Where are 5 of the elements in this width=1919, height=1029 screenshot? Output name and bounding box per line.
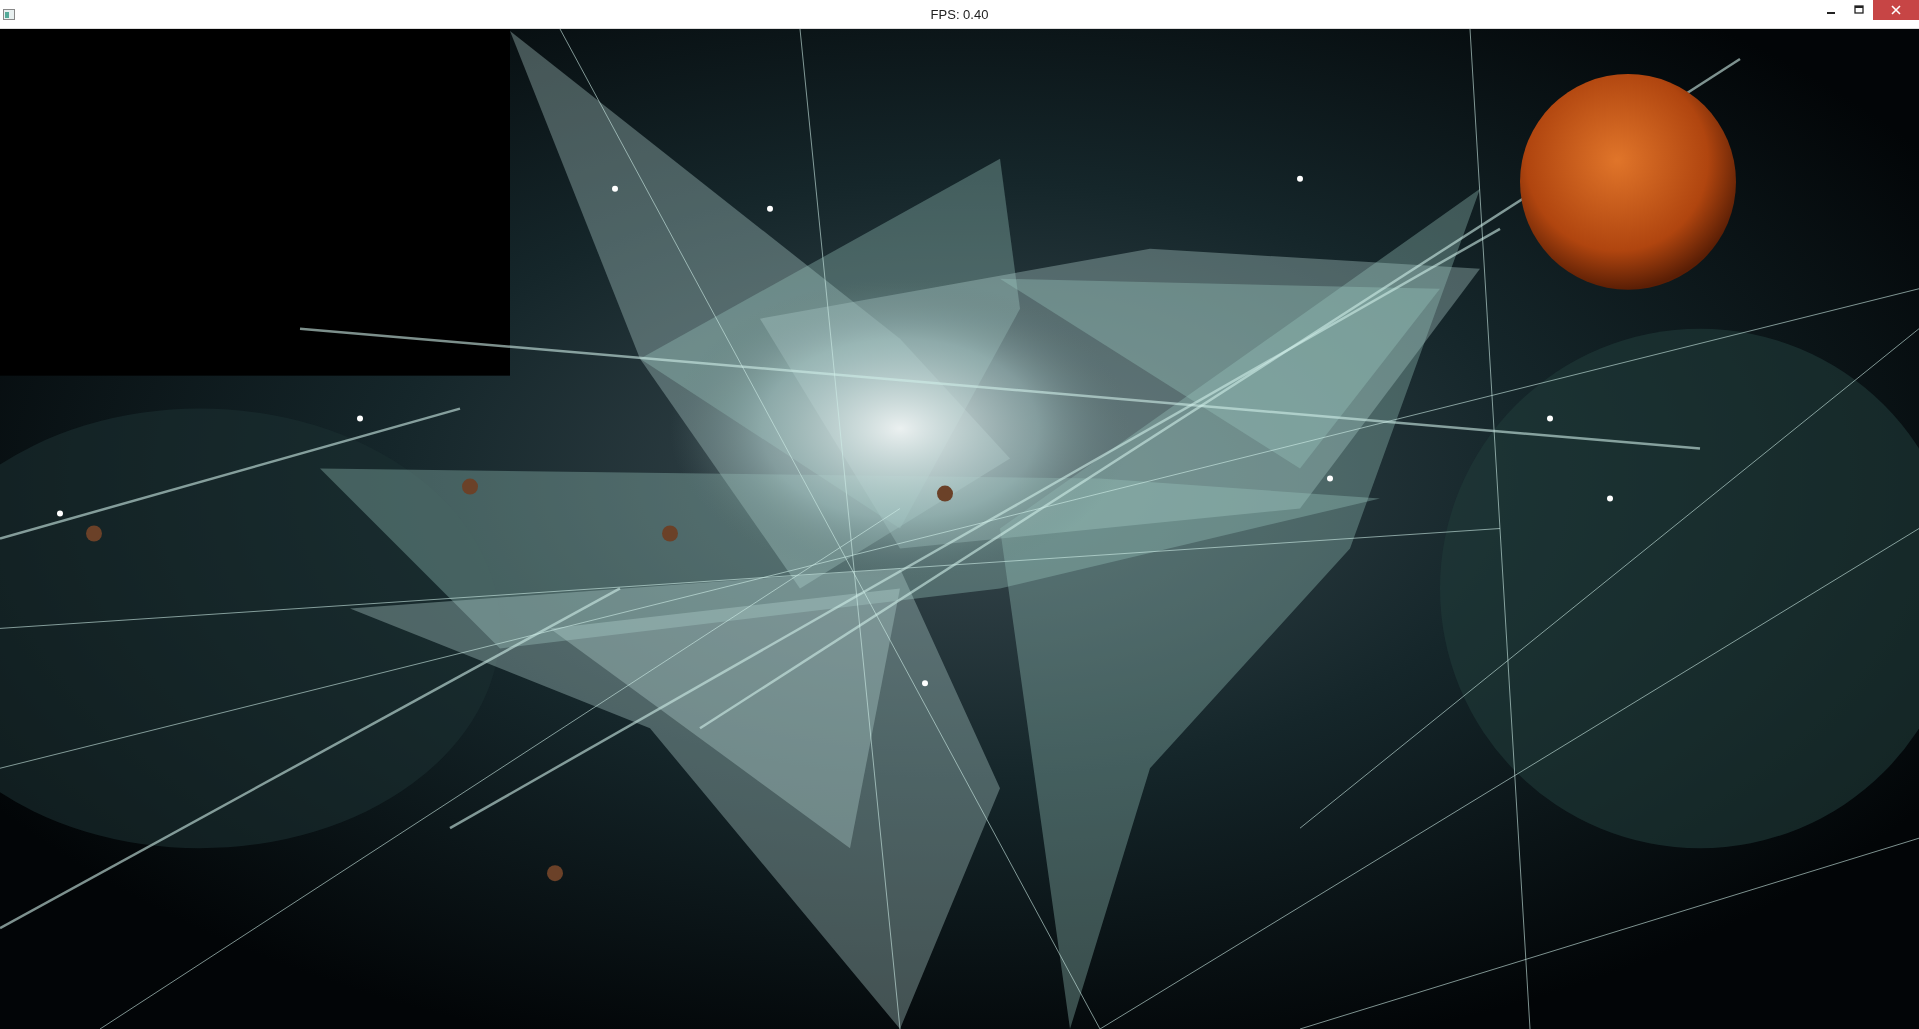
app-icon — [3, 8, 15, 20]
window-title: FPS: 0.40 — [930, 6, 989, 22]
maximize-icon — [1854, 5, 1864, 15]
close-icon — [1891, 5, 1901, 15]
minimize-icon — [1827, 12, 1835, 14]
